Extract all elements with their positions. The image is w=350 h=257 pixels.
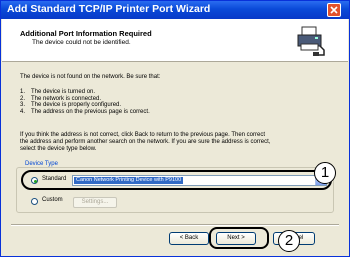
custom-radio-label[interactable]: Custom — [42, 197, 63, 203]
device-type-legend: Device Type — [23, 161, 60, 167]
callout-ring-1 — [21, 170, 332, 190]
list-item: 4. The address on the previous page is co… — [20, 109, 150, 116]
window-title: Add Standard TCP/IP Printer Port Wizard — [7, 3, 211, 15]
list-text: The network is connected. — [31, 95, 102, 102]
list-number: 4. — [20, 108, 26, 115]
custom-radio[interactable] — [31, 198, 38, 205]
header-title: Additional Port Information Required — [20, 29, 152, 38]
printer-port-icon — [294, 24, 326, 56]
close-button[interactable] — [327, 3, 341, 17]
callout-number-2: 2 — [278, 230, 300, 252]
checklist: 1. The device is turned on. 2. The network… — [20, 89, 150, 115]
wizard-window: Add Standard TCP/IP Printer Port Wizard … — [0, 0, 350, 257]
footer-divider — [11, 224, 339, 226]
list-text: The address on the previous page is corr… — [31, 108, 150, 115]
intro-text: The device is not found on the network. … — [20, 74, 161, 80]
wizard-header: Additional Port Information Required The… — [2, 19, 348, 62]
close-x-icon — [330, 6, 338, 14]
title-bar[interactable]: Add Standard TCP/IP Printer Port Wizard — [1, 1, 349, 19]
list-text: The device is properly configured. — [31, 102, 122, 108]
advice-line-2: the address and perform another search o… — [20, 139, 271, 145]
advice-line-1: If you think the address is not correct,… — [20, 132, 266, 138]
settings-button[interactable]: Settings... — [73, 197, 117, 208]
header-subtitle: The device could not be identified. — [32, 39, 131, 46]
callout-ring-2 — [209, 227, 269, 249]
advice-line-3: select the device type below. — [20, 146, 97, 152]
callout-number-1: 1 — [314, 162, 336, 184]
back-button[interactable]: < Back — [169, 232, 209, 245]
list-text: The device is turned on. — [31, 89, 96, 95]
